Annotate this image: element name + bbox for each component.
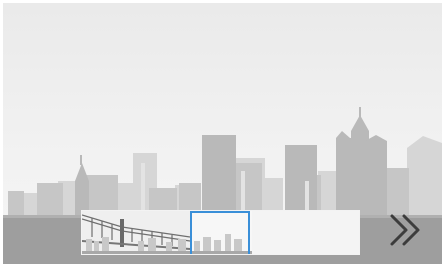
panorama-navigator-strip[interactable] — [81, 210, 360, 255]
next-button[interactable] — [384, 210, 428, 250]
double-chevron-right-icon — [390, 214, 420, 246]
current-view-selection[interactable] — [190, 211, 250, 254]
panorama-view — [3, 3, 442, 264]
panorama-viewer-screen — [0, 0, 445, 267]
